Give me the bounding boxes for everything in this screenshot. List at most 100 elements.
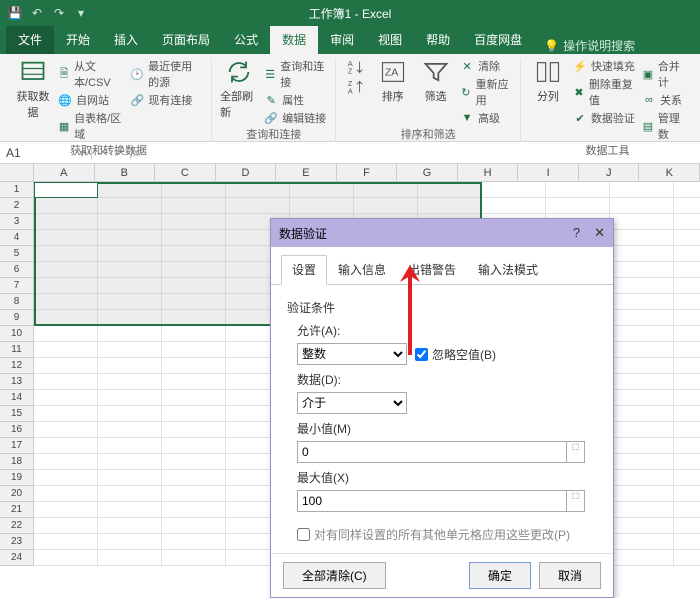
ignore-blank-checkbox[interactable]: 忽略空值(B) (415, 346, 496, 363)
cell[interactable] (610, 406, 674, 422)
row-header-17[interactable]: 17 (0, 438, 34, 454)
cell[interactable] (98, 342, 162, 358)
col-header-A[interactable]: A (34, 164, 95, 182)
cell[interactable] (610, 278, 674, 294)
cell[interactable] (610, 262, 674, 278)
row-header-13[interactable]: 13 (0, 374, 34, 390)
tab-error-alert[interactable]: 出错警告 (397, 255, 467, 284)
data-validation[interactable]: ✔数据验证 (573, 110, 636, 126)
reapply-filter[interactable]: ↻重新应用 (460, 76, 512, 108)
col-header-B[interactable]: B (95, 164, 156, 182)
cell[interactable] (610, 214, 674, 230)
col-header-H[interactable]: H (458, 164, 519, 182)
cell[interactable] (610, 310, 674, 326)
cell[interactable] (610, 230, 674, 246)
row-header-8[interactable]: 8 (0, 294, 34, 310)
row-header-4[interactable]: 4 (0, 230, 34, 246)
dialog-titlebar[interactable]: 数据验证 ? ✕ (271, 219, 613, 247)
cell[interactable] (98, 534, 162, 550)
enter-formula-icon[interactable]: ✓ (114, 145, 124, 160)
row-header-23[interactable]: 23 (0, 534, 34, 550)
cell[interactable] (610, 182, 674, 198)
flash-fill[interactable]: ⚡快速填充 (573, 58, 636, 74)
row-header-11[interactable]: 11 (0, 342, 34, 358)
col-header-D[interactable]: D (216, 164, 277, 182)
tab-view[interactable]: 视图 (366, 25, 414, 54)
cell[interactable] (482, 182, 546, 198)
cell[interactable] (610, 470, 674, 486)
clear-all-button[interactable]: 全部清除(C) (283, 562, 386, 589)
cell[interactable] (162, 422, 226, 438)
ok-button[interactable]: 确定 (469, 562, 531, 589)
cell[interactable] (674, 182, 700, 198)
cell[interactable] (674, 326, 700, 342)
relationships[interactable]: ∞关系 (642, 92, 686, 108)
cell[interactable] (34, 326, 98, 342)
tab-settings[interactable]: 设置 (281, 255, 327, 285)
cell[interactable] (674, 246, 700, 262)
cell[interactable] (610, 534, 674, 550)
min-input[interactable] (297, 441, 567, 463)
cell[interactable] (674, 438, 700, 454)
row-header-14[interactable]: 14 (0, 390, 34, 406)
tab-ime-mode[interactable]: 输入法模式 (467, 255, 549, 284)
row-header-3[interactable]: 3 (0, 214, 34, 230)
cell[interactable] (98, 422, 162, 438)
tab-data[interactable]: 数据 (270, 25, 318, 54)
cell[interactable] (34, 390, 98, 406)
from-web[interactable]: 🌐自网站 (58, 92, 124, 108)
cell[interactable] (610, 454, 674, 470)
advanced-filter[interactable]: ▼高级 (460, 110, 512, 126)
cell[interactable] (162, 454, 226, 470)
cell[interactable] (34, 550, 98, 566)
cell[interactable] (98, 454, 162, 470)
cell[interactable] (98, 326, 162, 342)
cell[interactable] (674, 390, 700, 406)
cell[interactable] (162, 438, 226, 454)
from-text-csv[interactable]: 🗎从文本/CSV (58, 58, 124, 90)
ignore-blank-input[interactable] (415, 348, 428, 361)
cell[interactable] (162, 342, 226, 358)
cell[interactable] (34, 470, 98, 486)
name-box[interactable]: A1 ▾ (0, 146, 92, 160)
tab-home[interactable]: 开始 (54, 25, 102, 54)
tab-insert[interactable]: 插入 (102, 25, 150, 54)
close-icon[interactable]: ✕ (594, 225, 605, 241)
redo-icon[interactable]: ↷ (50, 4, 68, 22)
tab-formula[interactable]: 公式 (222, 25, 270, 54)
row-header-16[interactable]: 16 (0, 422, 34, 438)
cell[interactable] (34, 454, 98, 470)
help-icon[interactable]: ? (573, 225, 580, 241)
cell[interactable] (546, 182, 610, 198)
refresh-all-button[interactable]: 全部刷新 (220, 58, 258, 120)
tab-file[interactable]: 文件 (6, 25, 54, 54)
tell-me-search[interactable]: 💡 操作说明搜索 (544, 37, 635, 54)
col-header-K[interactable]: K (639, 164, 700, 182)
cell[interactable] (610, 502, 674, 518)
max-input[interactable] (297, 490, 567, 512)
cell[interactable] (34, 518, 98, 534)
cell[interactable] (162, 358, 226, 374)
cell[interactable] (674, 502, 700, 518)
cell[interactable] (34, 342, 98, 358)
cell[interactable] (162, 502, 226, 518)
cell[interactable] (98, 438, 162, 454)
cell[interactable] (162, 326, 226, 342)
recent-sources[interactable]: 🕑最近使用的源 (130, 58, 203, 90)
row-header-15[interactable]: 15 (0, 406, 34, 422)
cell[interactable] (674, 422, 700, 438)
allow-select[interactable]: 整数 (297, 343, 407, 365)
max-range-picker[interactable]: ⬚ (567, 490, 585, 512)
col-header-C[interactable]: C (155, 164, 216, 182)
apply-all-checkbox[interactable]: 对有同样设置的所有其他单元格应用这些更改(P) (297, 526, 597, 543)
cell[interactable] (674, 310, 700, 326)
cell[interactable] (610, 438, 674, 454)
row-header-7[interactable]: 7 (0, 278, 34, 294)
cell[interactable] (162, 470, 226, 486)
tab-baidu[interactable]: 百度网盘 (462, 25, 534, 54)
get-data-button[interactable]: 获取数 据 (14, 58, 52, 120)
row-header-20[interactable]: 20 (0, 486, 34, 502)
cell[interactable] (610, 342, 674, 358)
cell[interactable] (34, 406, 98, 422)
cell[interactable] (98, 358, 162, 374)
